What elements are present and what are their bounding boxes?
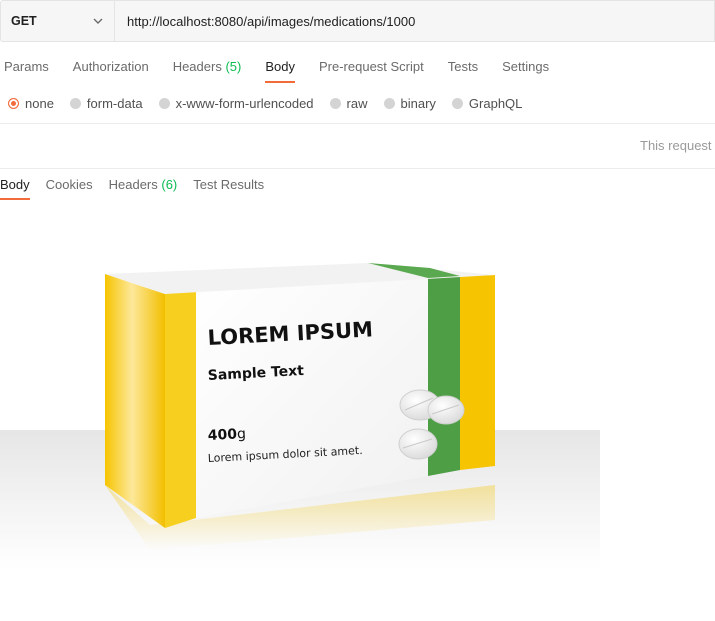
box-front: [196, 278, 428, 518]
radio-icon: [451, 97, 463, 109]
tab-settings[interactable]: Settings: [502, 58, 549, 84]
body-notice: This request d: [640, 138, 715, 153]
radio-icon: [69, 97, 81, 109]
radio-graphql[interactable]: GraphQL: [451, 96, 522, 111]
response-tab-body[interactable]: Body: [0, 177, 30, 203]
box-stripe-yellow: [460, 275, 495, 470]
headers-count: (5): [225, 59, 242, 74]
tab-body[interactable]: Body: [265, 58, 295, 84]
response-tabs: Body Cookies Headers (6) Test Results: [0, 177, 280, 203]
response-tab-cookies[interactable]: Cookies: [46, 177, 93, 203]
response-tab-test-results[interactable]: Test Results: [193, 177, 264, 203]
divider: [0, 168, 715, 169]
tab-headers[interactable]: Headers (5): [173, 58, 242, 84]
radio-none[interactable]: none: [8, 96, 54, 111]
divider: [0, 123, 715, 124]
radio-icon: [383, 97, 395, 109]
url-input[interactable]: http://localhost:8080/api/images/medicat…: [115, 0, 715, 42]
radio-form-data[interactable]: form-data: [69, 96, 143, 111]
tab-pre-request-script[interactable]: Pre-request Script: [319, 58, 424, 84]
box-side: [105, 274, 165, 528]
request-tabs: Params Authorization Headers (5) Body Pr…: [0, 58, 573, 84]
radio-binary[interactable]: binary: [383, 96, 436, 111]
response-headers-count: (6): [161, 177, 178, 192]
box-stripe-yellow: [165, 290, 196, 528]
radio-icon: [158, 97, 170, 109]
response-image: LOREM IPSUM Sample Text 400g Lorem ipsum…: [0, 263, 600, 570]
tab-tests[interactable]: Tests: [448, 58, 478, 84]
chevron-down-icon: [93, 18, 103, 24]
url-bar: GET http://localhost:8080/api/images/med…: [0, 0, 715, 42]
body-type-radios: none form-data x-www-form-urlencoded raw…: [8, 95, 538, 111]
response-tab-headers[interactable]: Headers (6): [109, 177, 178, 203]
radio-raw[interactable]: raw: [329, 96, 368, 111]
method-select[interactable]: GET: [0, 0, 115, 42]
radio-selected-icon: [8, 97, 19, 109]
tab-authorization[interactable]: Authorization: [73, 58, 149, 84]
tab-params[interactable]: Params: [4, 58, 49, 84]
radio-icon: [329, 97, 341, 109]
radio-x-www-form-urlencoded[interactable]: x-www-form-urlencoded: [158, 96, 314, 111]
box-weight: 400g: [207, 426, 246, 444]
method-label: GET: [11, 14, 37, 28]
